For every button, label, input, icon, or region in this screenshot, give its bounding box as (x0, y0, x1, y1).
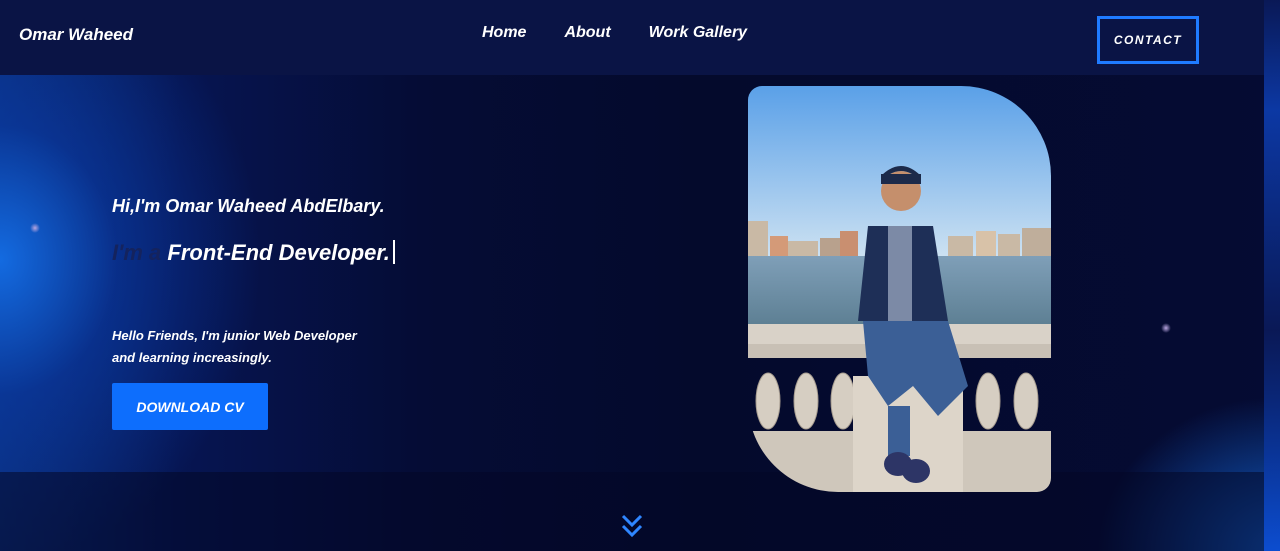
double-chevron-down-icon[interactable] (620, 513, 644, 539)
site-logo[interactable]: Omar Waheed (19, 25, 133, 45)
scrollbar-strip (1264, 0, 1280, 551)
contact-button[interactable]: CONTACT (1097, 16, 1199, 64)
nav-home[interactable]: Home (482, 24, 526, 42)
hero-role-line: I'm a Front-End Developer. (112, 240, 395, 266)
hero-greeting: Hi,I'm Omar Waheed AbdElbary. (112, 196, 385, 216)
download-cv-button[interactable]: DOWNLOAD CV (112, 383, 268, 430)
intro-line-1: Hello Friends, I'm junior Web Developer (112, 328, 357, 343)
nav-about[interactable]: About (564, 24, 610, 42)
typing-caret (392, 240, 395, 264)
hero-intro: Hello Friends, I'm junior Web Developer … (112, 325, 432, 369)
nav-work-gallery[interactable]: Work Gallery (649, 24, 747, 42)
page-background (0, 0, 1280, 551)
profile-photo (748, 86, 1051, 492)
site-header: Omar Waheed Home About Work Gallery CONT… (0, 0, 1264, 75)
hero-role-prefix: I'm a (112, 240, 162, 265)
intro-line-2: and learning increasingly. (112, 350, 272, 365)
glow-dot (30, 223, 40, 233)
hero-role-text: Front-End Developer. (167, 240, 390, 265)
glow-dot (1161, 323, 1171, 333)
main-nav: Home About Work Gallery (482, 24, 747, 42)
bottom-band (0, 472, 1264, 551)
